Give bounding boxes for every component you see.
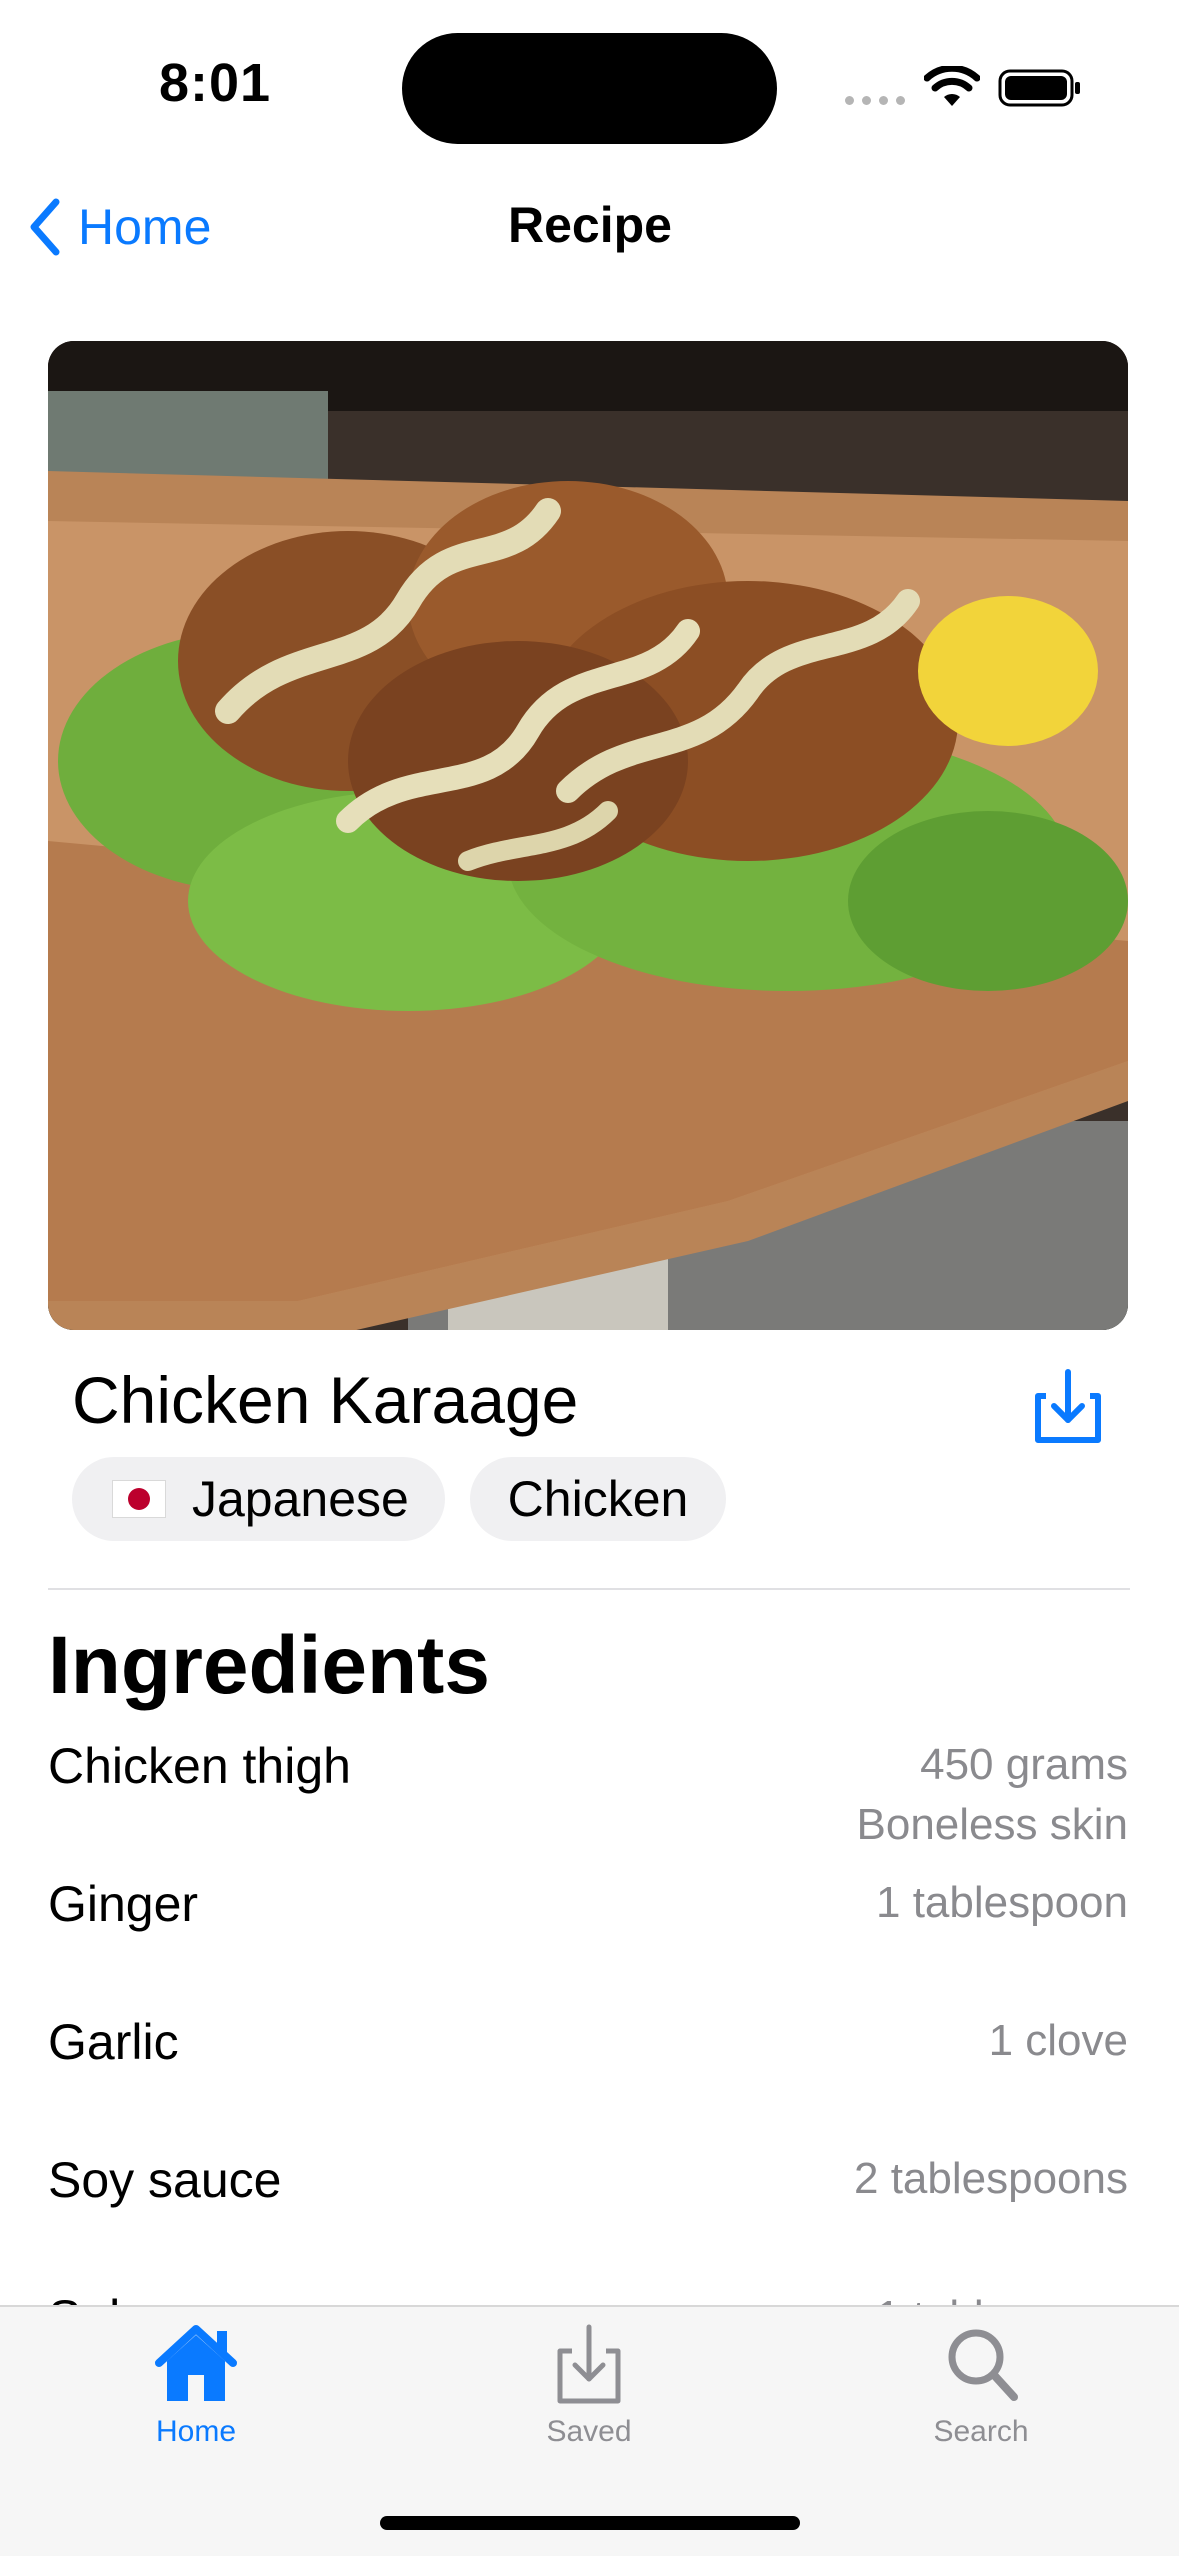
ingredient-measure: 1 clove bbox=[988, 2016, 1128, 2065]
ingredient-measure: 2 tablespoons bbox=[854, 2154, 1128, 2203]
download-icon[interactable] bbox=[1032, 1366, 1104, 1446]
ingredients-heading: Ingredients bbox=[48, 1620, 490, 1711]
wifi-icon bbox=[924, 66, 980, 106]
tray-download-icon bbox=[557, 2324, 621, 2404]
magnifying-glass-icon bbox=[948, 2329, 1018, 2401]
tab-home-label: Home bbox=[155, 2415, 237, 2448]
tab-saved[interactable]: Saved bbox=[479, 2321, 699, 2471]
japan-flag-icon bbox=[112, 1480, 166, 1518]
ingredient-row: Chicken thigh 450 grams Boneless skin bbox=[48, 1735, 1128, 1873]
cellular-signal-icon bbox=[845, 96, 905, 105]
ingredient-row: Sake 1 tablespoon bbox=[48, 2287, 1128, 2305]
category-tag-label: Chicken bbox=[507, 1471, 689, 1527]
ingredient-name: Garlic bbox=[48, 2014, 179, 2070]
dynamic-island bbox=[402, 33, 777, 144]
back-button[interactable]: Home bbox=[24, 192, 211, 262]
page-title: Recipe bbox=[508, 197, 672, 253]
tab-saved-label: Saved bbox=[546, 2415, 632, 2448]
cuisine-tag-label: Japanese bbox=[192, 1471, 409, 1527]
ingredient-name: Chicken thigh bbox=[48, 1738, 351, 1794]
status-time: 8:01 bbox=[158, 53, 272, 113]
tab-search[interactable]: Search bbox=[871, 2321, 1091, 2471]
ingredient-row: Garlic 1 clove bbox=[48, 2011, 1128, 2149]
chevron-left-icon bbox=[30, 198, 60, 256]
ingredients-list: Chicken thigh 450 grams Boneless skin Gi… bbox=[48, 1735, 1128, 2305]
section-divider bbox=[48, 1588, 1130, 1590]
recipe-title: Chicken Karaage bbox=[72, 1363, 579, 1437]
back-button-label: Home bbox=[78, 199, 212, 255]
tab-search-label: Search bbox=[933, 2415, 1029, 2448]
ingredient-name: Soy sauce bbox=[48, 2152, 282, 2208]
ingredient-measure: 1 tablespoon bbox=[876, 2287, 1128, 2305]
ingredient-measure: 450 grams Boneless skin bbox=[856, 1740, 1128, 1849]
home-indicator[interactable] bbox=[380, 2516, 800, 2530]
battery-icon bbox=[998, 69, 1080, 107]
cuisine-tag[interactable]: Japanese bbox=[72, 1457, 445, 1541]
ingredient-name: Sake bbox=[48, 2289, 162, 2305]
ingredient-measure: 1 tablespoon bbox=[876, 1878, 1128, 1927]
house-icon bbox=[155, 2325, 237, 2401]
recipe-photo bbox=[48, 341, 1128, 1330]
ingredient-row: Soy sauce 2 tablespoons bbox=[48, 2149, 1128, 2287]
ingredient-row: Ginger 1 tablespoon bbox=[48, 1873, 1128, 2011]
tab-home[interactable]: Home bbox=[86, 2321, 306, 2471]
recipe-screen: 8:01 Home Recipe Chicken Karaage Japanes… bbox=[0, 0, 1179, 2556]
category-tag[interactable]: Chicken bbox=[470, 1457, 726, 1541]
ingredient-name: Ginger bbox=[48, 1876, 199, 1932]
